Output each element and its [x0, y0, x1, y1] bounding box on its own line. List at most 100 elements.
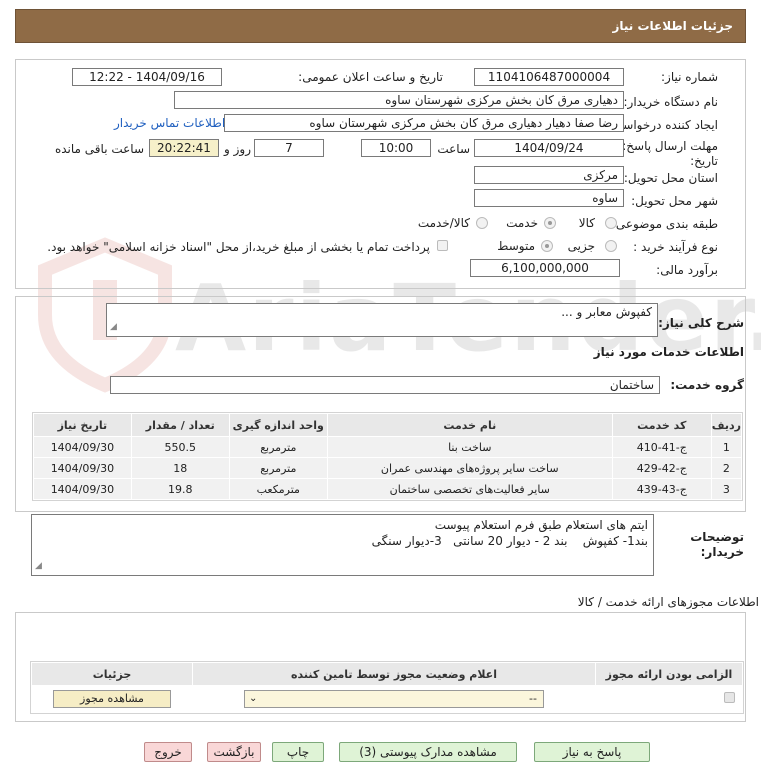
view-docs-button[interactable]: مشاهده مدارک پیوستی (3) [339, 742, 517, 762]
permits-heading: اطلاعات مجوزهای ارائه خدمت / کالا [577, 595, 759, 609]
deadline-time-field: 10:00 [361, 139, 431, 157]
page-title: جزئیات اطلاعات نیاز [612, 19, 733, 33]
buyer-notes-label: توضیحات [690, 530, 744, 544]
service-group-field: ساختمان [110, 376, 660, 394]
print-button[interactable]: چاپ [272, 742, 324, 762]
deadline-label-date: تاریخ: [690, 154, 718, 168]
announce-label: تاریخ و ساعت اعلان عمومی: [298, 70, 443, 84]
category-label: طبقه بندی موضوعی: [611, 217, 718, 231]
process-minor-label: جزیی [567, 239, 595, 253]
exit-button[interactable]: خروج [144, 742, 192, 762]
col-unit: واحد اندازه گیری [228, 413, 328, 437]
announce-field: 1404/09/16 - 12:22 [72, 68, 222, 86]
cell-qty: 19.8 [130, 478, 230, 500]
days-label: روز و [224, 142, 251, 156]
table-row[interactable]: 2 ج-42-429 ساخت سایر پروژه‌های مهندسی عم… [33, 457, 743, 479]
creator-label: ایجاد کننده درخواست: [607, 118, 718, 132]
buyer-notes-line-1: ایتم های استعلام طبق فرم استعلام پیوست [434, 518, 648, 532]
permit-required-cell [595, 685, 743, 713]
resize-grip-icon[interactable]: ◢ [35, 558, 42, 574]
services-heading: اطلاعات خدمات مورد نیاز [593, 345, 744, 359]
permits-table-wrap: الزامی بودن ارائه مجوز اعلام وضعیت مجوز … [30, 661, 744, 714]
category-radio-goods-service[interactable] [476, 217, 488, 229]
need-number-field: 1104106487000004 [474, 68, 624, 86]
view-permit-button[interactable]: مشاهده مجوز [53, 690, 171, 708]
cell-date: 1404/09/30 [33, 457, 132, 479]
deadline-date-field: 1404/09/24 [474, 139, 624, 157]
remaining-time-field: 20:22:41 [149, 139, 219, 157]
col-qty: تعداد / مقدار [130, 413, 230, 437]
buyer-org-field: دهیاری مرق کان بخش مرکزی شهرستان ساوه [174, 91, 624, 109]
category-service-label: خدمت [506, 216, 538, 230]
cell-qty: 550.5 [130, 436, 230, 458]
cell-row: 1 [710, 436, 743, 458]
days-field: 7 [254, 139, 324, 157]
province-label: استان محل تحویل: [623, 171, 718, 185]
remaining-label: ساعت باقی مانده [54, 142, 144, 156]
reply-button[interactable]: پاسخ به نیاز [534, 742, 650, 762]
contact-buyer-link[interactable]: اطلاعات تماس خریدار [114, 116, 225, 130]
cell-code: ج-43-439 [611, 478, 712, 500]
services-table-wrap: ردیف کد خدمت نام خدمت واحد اندازه گیری ت… [32, 412, 743, 501]
back-button[interactable]: بازگشت [207, 742, 261, 762]
header-bar: جزئیات اطلاعات نیاز [15, 9, 746, 43]
cell-row: 2 [710, 457, 743, 479]
treasury-checkbox[interactable] [437, 240, 448, 251]
deadline-time-label: ساعت [437, 142, 470, 156]
buyer-notes-textarea[interactable]: ایتم های استعلام طبق فرم استعلام پیوست ب… [31, 514, 654, 576]
col-date: تاریخ نیاز [33, 413, 132, 437]
chevron-down-icon: ⌄ [249, 693, 258, 704]
buyer-notes-line-2: بند1- کفپوش بند 2 - دیوار 20 سانتی 3-دیو… [371, 534, 648, 548]
cell-code: ج-41-410 [611, 436, 712, 458]
table-row[interactable]: 3 ج-43-439 سایر فعالیت‌های تخصصی ساختمان… [33, 478, 743, 500]
cell-unit: مترمربع [228, 457, 328, 479]
need-desc-value: کفپوش معابر و ... [561, 305, 652, 319]
permit-status-value: -- [529, 692, 537, 705]
cell-date: 1404/09/30 [33, 436, 132, 458]
treasury-note: پرداخت تمام یا بخشی از مبلغ خرید،از محل … [47, 240, 430, 254]
permit-status-cell: -- ⌄ [192, 685, 596, 713]
buyer-org-label: نام دستگاه خریدار: [623, 95, 719, 109]
city-field: ساوه [474, 189, 624, 207]
col-code: کد خدمت [611, 413, 712, 437]
need-number-label: شماره نیاز: [661, 70, 718, 84]
category-radio-service[interactable] [544, 217, 556, 229]
process-label: نوع فرآیند خرید : [633, 240, 718, 254]
permit-details-cell: مشاهده مجوز [31, 685, 193, 713]
col-permit-details: جزئیات [31, 662, 193, 686]
cell-date: 1404/09/30 [33, 478, 132, 500]
table-row[interactable]: 1 ج-41-410 ساخت بنا مترمربع 550.5 1404/0… [33, 436, 743, 458]
category-goods-service-label: کالا/خدمت [417, 216, 470, 230]
cell-row: 3 [710, 478, 743, 500]
city-label: شهر محل تحویل: [631, 194, 718, 208]
cell-code: ج-42-429 [611, 457, 712, 479]
permit-required-checkbox [723, 692, 735, 703]
services-table: ردیف کد خدمت نام خدمت واحد اندازه گیری ت… [33, 413, 743, 500]
province-field: مرکزی [474, 166, 624, 184]
process-radio-medium[interactable] [541, 240, 553, 252]
cell-qty: 18 [130, 457, 230, 479]
category-radio-goods[interactable] [605, 217, 617, 229]
need-desc-label: شرح کلی نیاز: [658, 316, 744, 330]
cell-name: ساخت بنا [326, 436, 613, 458]
need-desc-textarea[interactable]: کفپوش معابر و ... ◢ [106, 303, 658, 337]
permits-table: الزامی بودن ارائه مجوز اعلام وضعیت مجوز … [31, 662, 743, 713]
permit-status-select[interactable]: -- ⌄ [244, 690, 544, 708]
service-group-label: گروه خدمت: [670, 378, 744, 392]
budget-field: 6,100,000,000 [470, 259, 620, 277]
process-medium-label: متوسط [497, 239, 535, 253]
permit-row: -- ⌄ مشاهده مجوز [31, 685, 743, 713]
budget-label: برآورد مالی: [656, 263, 718, 277]
cell-unit: مترمربع [228, 436, 328, 458]
creator-field: رضا صفا دهیار دهیاری مرق کان بخش مرکزی ش… [224, 114, 624, 132]
col-row: ردیف [710, 413, 743, 437]
cell-name: سایر فعالیت‌های تخصصی ساختمان [326, 478, 613, 500]
cell-unit: مترمکعب [228, 478, 328, 500]
col-permit-status: اعلام وضعیت مجوز توسط تامین کننده [192, 662, 596, 686]
col-permit-required: الزامی بودن ارائه مجوز [595, 662, 743, 686]
col-name: نام خدمت [326, 413, 613, 437]
process-radio-minor[interactable] [605, 240, 617, 252]
category-goods-label: کالا [578, 216, 595, 230]
resize-grip-icon[interactable]: ◢ [110, 319, 117, 335]
cell-name: ساخت سایر پروژه‌های مهندسی عمران [326, 457, 613, 479]
